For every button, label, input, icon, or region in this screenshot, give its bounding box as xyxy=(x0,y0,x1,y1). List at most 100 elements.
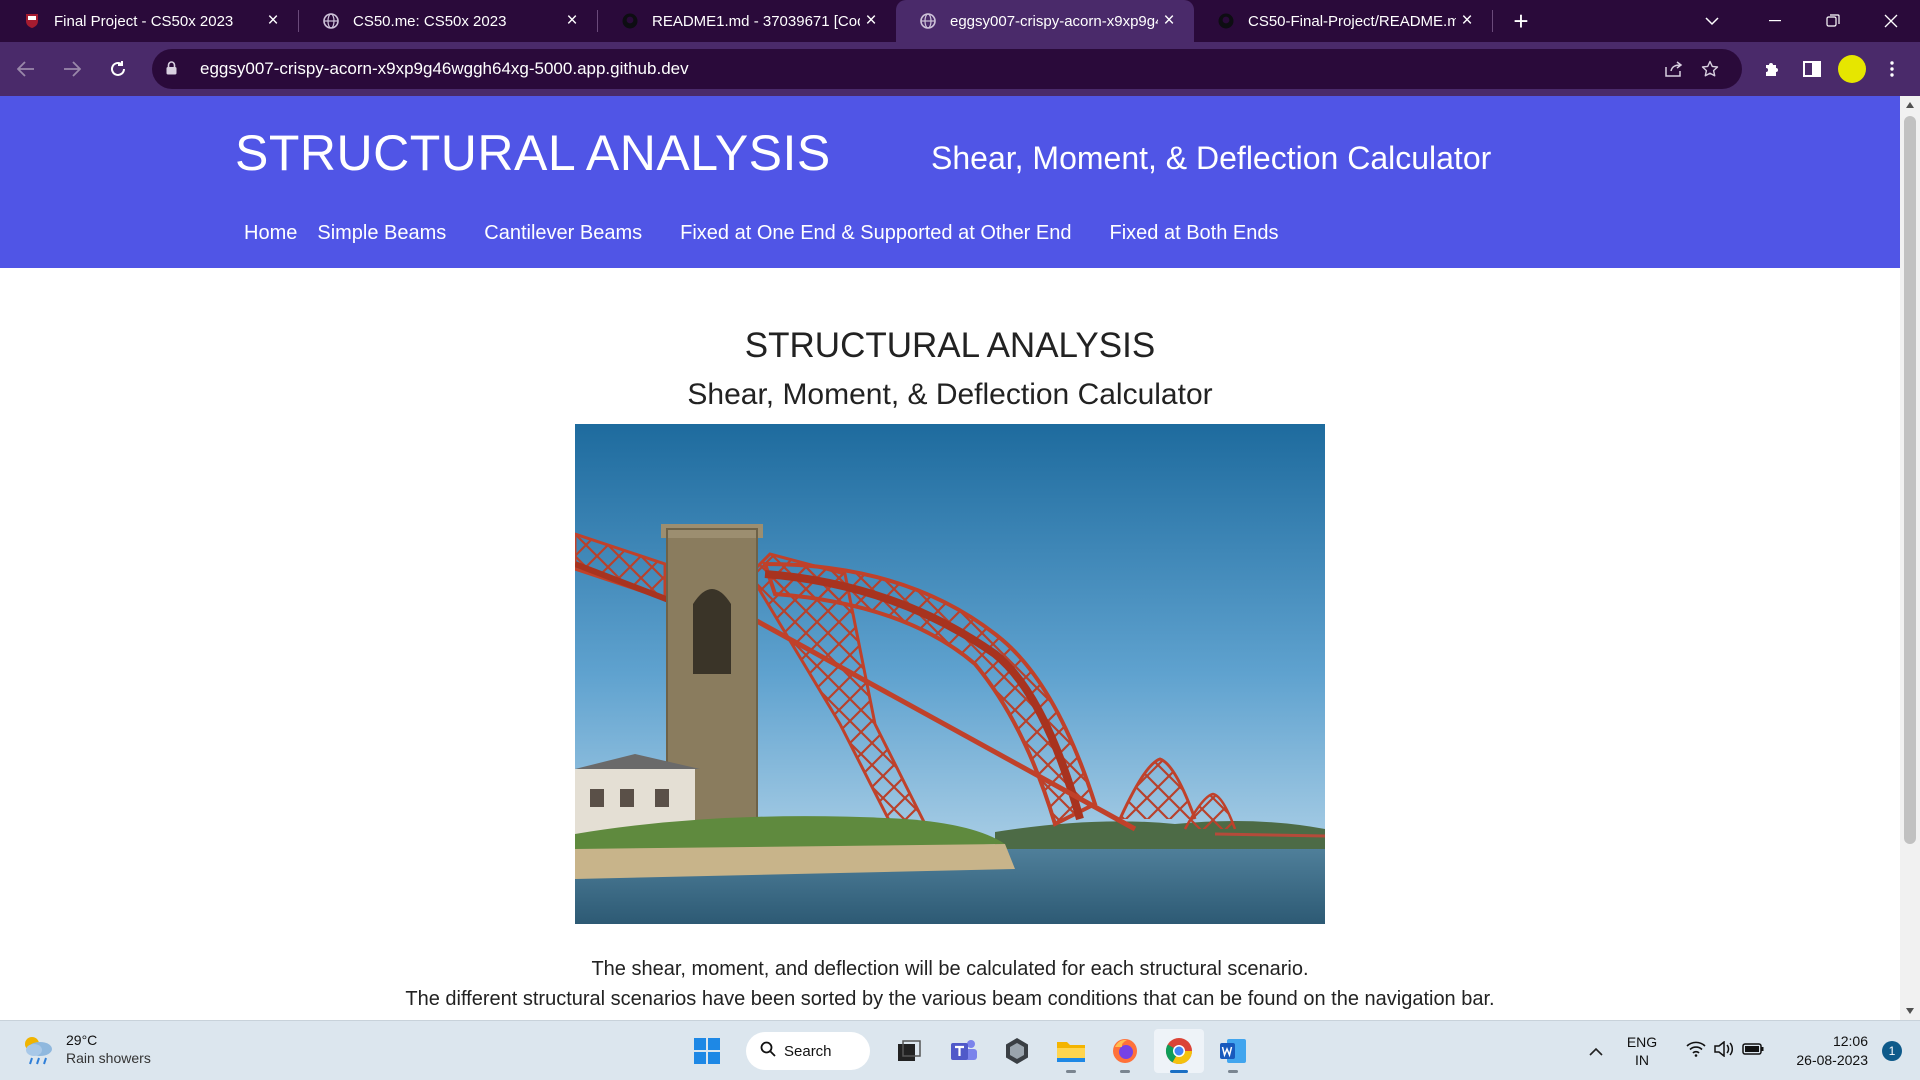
nav-simple-beams[interactable]: Simple Beams xyxy=(317,222,446,245)
chevron-up-icon[interactable] xyxy=(1576,1043,1616,1059)
chevron-down-icon[interactable] xyxy=(1690,0,1734,42)
close-window-icon[interactable] xyxy=(1862,0,1920,42)
nav-home[interactable]: Home xyxy=(244,222,297,245)
firefox-icon xyxy=(1113,1039,1137,1063)
page-viewport: STRUCTURAL ANALYSIS Shear, Moment, & Def… xyxy=(0,96,1900,1020)
weather-temp: 29°C xyxy=(66,1032,98,1048)
tab-readme-final[interactable]: CS50-Final-Project/README.md a × xyxy=(1194,0,1492,42)
language-indicator[interactable]: ENG IN xyxy=(1616,1033,1668,1069)
start-button[interactable] xyxy=(682,1029,732,1073)
tab-title: CS50.me: CS50x 2023 xyxy=(353,12,507,30)
taskbar-search[interactable]: Search xyxy=(746,1032,870,1070)
folder-icon xyxy=(1057,1042,1085,1062)
scroll-down-icon[interactable] xyxy=(1900,1002,1920,1020)
app-hexagon[interactable] xyxy=(992,1029,1042,1073)
scroll-up-icon[interactable] xyxy=(1900,96,1920,114)
running-indicator xyxy=(1120,1070,1130,1073)
minimize-icon[interactable] xyxy=(1746,0,1804,42)
profile-avatar[interactable] xyxy=(1838,55,1866,83)
tab-title: CS50-Final-Project/README.md a xyxy=(1248,12,1456,30)
lang-code: ENG xyxy=(1626,1034,1658,1050)
intro-line-1: The shear, moment, and deflection will b… xyxy=(591,958,1309,980)
notification-badge[interactable]: 1 xyxy=(1882,1041,1902,1061)
star-bookmark-icon[interactable] xyxy=(1692,60,1728,78)
site-header: STRUCTURAL ANALYSIS Shear, Moment, & Def… xyxy=(0,96,1900,268)
close-icon[interactable]: × xyxy=(561,10,583,32)
bridge-photo xyxy=(575,424,1325,924)
new-tab-button[interactable]: + xyxy=(1501,0,1541,42)
site-brand[interactable]: STRUCTURAL ANALYSIS xyxy=(235,124,831,182)
side-panel-icon[interactable] xyxy=(1792,49,1832,89)
task-view-button[interactable] xyxy=(884,1029,934,1073)
main-content: STRUCTURAL ANALYSIS Shear, Moment, & Def… xyxy=(0,326,1900,1014)
running-indicator xyxy=(1170,1070,1188,1073)
close-icon[interactable]: × xyxy=(860,10,882,32)
globe-icon xyxy=(920,13,936,29)
firefox-app[interactable] xyxy=(1100,1029,1150,1073)
clock-date: 26-08-2023 xyxy=(1796,1052,1868,1068)
chrome-icon xyxy=(1165,1038,1193,1065)
share-icon[interactable] xyxy=(1656,61,1692,77)
close-icon[interactable]: × xyxy=(262,10,284,32)
running-indicator xyxy=(1066,1070,1076,1073)
nav-fixed-one-end[interactable]: Fixed at One End & Supported at Other En… xyxy=(680,222,1071,245)
window-controls xyxy=(1746,0,1920,42)
harvard-shield-icon xyxy=(24,13,40,29)
teams-app[interactable] xyxy=(938,1029,988,1073)
intro-line-2: The different structural scenarios have … xyxy=(405,988,1495,1010)
windows-logo-icon xyxy=(694,1038,720,1064)
system-tray: ENG IN 12:06 26-08-2023 1 xyxy=(1576,1021,1920,1080)
tab-title: Final Project - CS50x 2023 xyxy=(54,12,234,30)
word-icon xyxy=(1220,1039,1246,1063)
word-app[interactable] xyxy=(1208,1029,1258,1073)
chrome-app[interactable] xyxy=(1154,1029,1204,1073)
teams-icon xyxy=(951,1040,977,1060)
reload-icon[interactable] xyxy=(98,49,138,89)
tab-cs50-me[interactable]: CS50.me: CS50x 2023 × xyxy=(299,0,597,42)
nav-fixed-both-ends[interactable]: Fixed at Both Ends xyxy=(1110,222,1279,245)
close-icon[interactable]: × xyxy=(1456,10,1478,32)
tab-final-project[interactable]: Final Project - CS50x 2023 × xyxy=(0,0,298,42)
file-explorer-app[interactable] xyxy=(1046,1029,1096,1073)
lang-region: IN xyxy=(1635,1052,1649,1068)
tab-separator xyxy=(1492,10,1493,32)
more-menu-icon[interactable] xyxy=(1872,49,1912,89)
search-label: Search xyxy=(784,1042,832,1060)
rain-cloud-icon xyxy=(25,1037,52,1065)
wifi-icon xyxy=(1686,1041,1706,1062)
tab-title: README1.md - 37039671 [Codes xyxy=(652,12,860,30)
clock-time: 12:06 xyxy=(1832,1033,1868,1049)
volume-icon xyxy=(1714,1039,1734,1062)
site-tagline: Shear, Moment, & Deflection Calculator xyxy=(931,140,1492,176)
weather-widget[interactable]: 29°C Rain showers xyxy=(20,1031,151,1067)
forward-icon[interactable] xyxy=(52,49,92,89)
lock-icon xyxy=(166,60,182,78)
windows-taskbar: 29°C Rain showers Search ENG IN 12:06 26… xyxy=(0,1020,1920,1080)
github-icon xyxy=(1218,13,1234,29)
url-text[interactable]: eggsy007-crispy-acorn-x9xp9g46wggh64xg-5… xyxy=(200,59,1656,79)
scrollbar-thumb[interactable] xyxy=(1904,116,1916,844)
battery-icon xyxy=(1742,1042,1764,1061)
back-icon[interactable] xyxy=(6,49,46,89)
tab-readme1[interactable]: README1.md - 37039671 [Codes × xyxy=(598,0,896,42)
nav-cantilever-beams[interactable]: Cantilever Beams xyxy=(484,222,642,245)
taskbar-apps: Search xyxy=(680,1029,1260,1073)
tab-strip: Final Project - CS50x 2023 × CS50.me: CS… xyxy=(0,0,1920,42)
tab-crispy-acorn[interactable]: eggsy007-crispy-acorn-x9xp9g46 × xyxy=(896,0,1194,42)
main-nav: Home Simple Beams Cantilever Beams Fixed… xyxy=(244,222,1278,245)
tab-title: eggsy007-crispy-acorn-x9xp9g46 xyxy=(950,12,1158,30)
hexagon-app-icon xyxy=(1006,1038,1028,1064)
page-subtitle: Shear, Moment, & Deflection Calculator xyxy=(687,378,1213,411)
address-bar[interactable]: eggsy007-crispy-acorn-x9xp9g46wggh64xg-5… xyxy=(152,49,1742,89)
extensions-puzzle-icon[interactable] xyxy=(1752,49,1792,89)
github-icon xyxy=(622,13,638,29)
page-title: STRUCTURAL ANALYSIS xyxy=(744,326,1156,365)
restore-icon[interactable] xyxy=(1804,0,1862,42)
running-indicator xyxy=(1228,1070,1238,1073)
globe-icon xyxy=(323,13,339,29)
page-scrollbar[interactable] xyxy=(1900,96,1920,1020)
weather-condition: Rain showers xyxy=(66,1050,151,1066)
clock[interactable]: 12:06 26-08-2023 xyxy=(1782,1032,1868,1070)
close-icon[interactable]: × xyxy=(1158,10,1180,32)
quick-settings[interactable] xyxy=(1682,1039,1768,1062)
